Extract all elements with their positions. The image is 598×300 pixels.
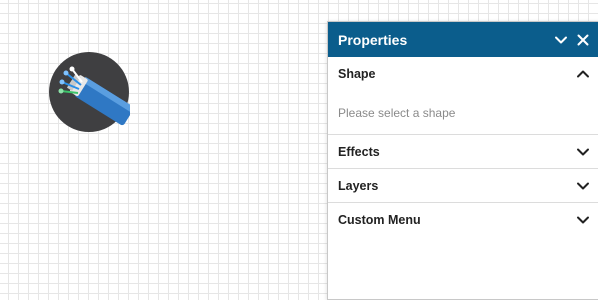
section-label: Custom Menu [338,213,421,227]
empty-selection-message: Please select a shape [338,105,456,120]
chevron-down-icon [575,212,591,228]
section-label: Shape [338,67,376,81]
panel-title: Properties [338,31,408,48]
minimize-button[interactable] [551,30,571,50]
section-effects-header[interactable]: Effects [328,135,598,169]
section-shape-header[interactable]: Shape [328,57,598,91]
section-layers-header[interactable]: Layers [328,169,598,203]
section-label: Effects [338,144,380,159]
properties-panel: Properties Shape Please select a shape E… [327,21,598,300]
chevron-down-icon [555,36,567,43]
section-custom-menu-header[interactable]: Custom Menu [328,203,598,237]
fiber-optic-cable-icon [49,52,135,132]
close-button[interactable] [573,30,593,50]
fiber-optic-cable-shape[interactable] [48,51,135,133]
section-shape-body: Please select a shape [328,91,598,135]
chevron-up-icon [575,66,591,82]
section-label: Layers [338,178,379,193]
chevron-down-icon [575,178,591,194]
close-icon [577,34,589,45]
chevron-down-icon [575,144,591,160]
panel-header: Properties [328,22,598,57]
